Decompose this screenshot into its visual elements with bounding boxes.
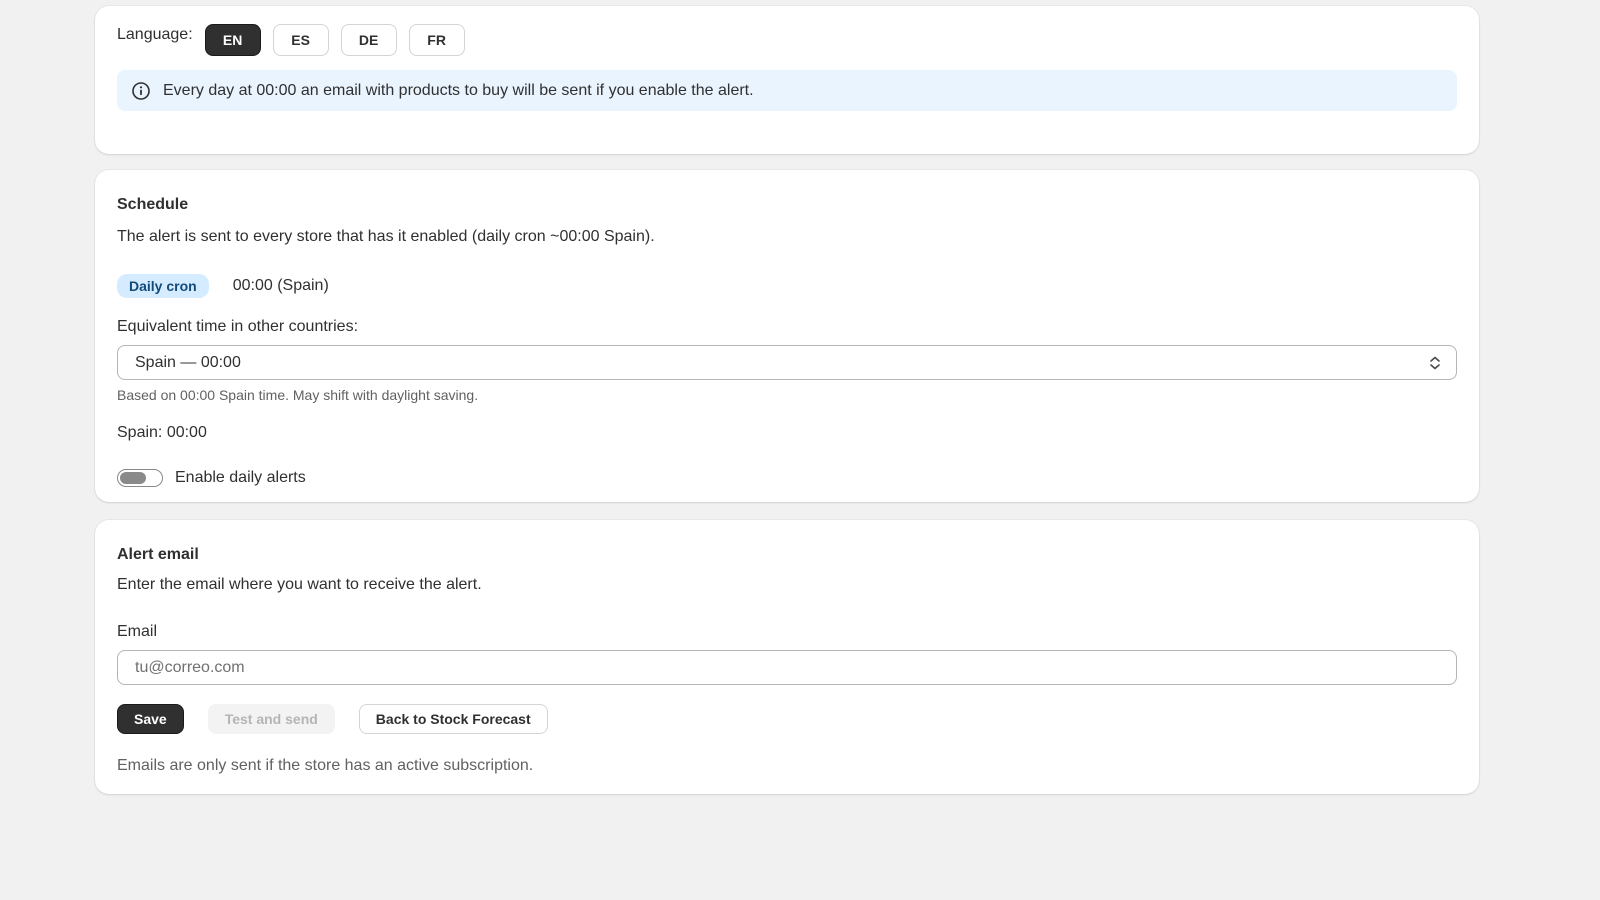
language-option-de[interactable]: DE <box>340 24 397 56</box>
daily-alerts-label: Enable daily alerts <box>175 469 306 486</box>
equivalent-time-label: Equivalent time in other countries: <box>117 318 359 335</box>
subscription-footnote: Emails are only sent if the store has an… <box>117 757 534 774</box>
country-select-value: Spain — 00:00 <box>135 353 241 371</box>
daily-alerts-toggle[interactable] <box>117 469 163 487</box>
cron-row: Daily cron 00:00 (Spain) <box>117 274 1457 298</box>
language-label: Language: <box>117 26 193 43</box>
email-input[interactable] <box>117 650 1457 685</box>
country-select[interactable]: Spain — 00:00 <box>117 345 1457 380</box>
settings-page: Language: EN ES DE FR Every day at 00:00… <box>95 6 1479 794</box>
daily-alerts-toggle-row: Enable daily alerts <box>117 469 1457 487</box>
daily-cron-badge: Daily cron <box>117 274 209 298</box>
language-option-en[interactable]: EN <box>204 24 261 56</box>
schedule-card: Schedule The alert is sent to every stor… <box>95 170 1479 502</box>
info-banner-text: Every day at 00:00 an email with product… <box>163 81 754 99</box>
info-icon <box>131 81 151 101</box>
test-and-send-button[interactable]: Test and send <box>207 704 335 734</box>
email-actions: Save Test and send Back to Stock Forecas… <box>117 704 1457 734</box>
info-banner: Every day at 00:00 an email with product… <box>117 70 1457 111</box>
schedule-description: The alert is sent to every store that ha… <box>117 228 655 245</box>
language-selector: Language: EN ES DE FR <box>117 24 1457 56</box>
cron-time: 00:00 (Spain) <box>232 277 329 294</box>
alert-email-description: Enter the email where you want to receiv… <box>117 576 482 593</box>
language-card: Language: EN ES DE FR Every day at 00:00… <box>95 6 1479 154</box>
alert-email-card: Alert email Enter the email where you wa… <box>95 520 1479 794</box>
save-button[interactable]: Save <box>117 704 184 734</box>
toggle-knob <box>120 472 146 484</box>
back-to-stock-forecast-button[interactable]: Back to Stock Forecast <box>358 704 548 734</box>
email-label: Email <box>117 623 158 640</box>
select-chevron-icon <box>1428 354 1442 372</box>
alert-email-title: Alert email <box>117 546 199 563</box>
daylight-help-text: Based on 00:00 Spain time. May shift wit… <box>117 387 479 403</box>
schedule-title: Schedule <box>117 196 189 213</box>
language-option-es[interactable]: ES <box>272 24 329 56</box>
equivalent-time-result: Spain: 00:00 <box>117 424 207 441</box>
language-option-fr[interactable]: FR <box>408 24 465 56</box>
